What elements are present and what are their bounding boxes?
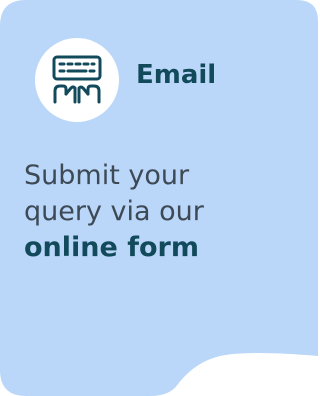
online-form-link[interactable]: online form [24,230,304,266]
email-contact-card[interactable]: Email Submit your query via our online f… [0,0,318,396]
description-line-2: query via our [24,196,204,227]
icon-badge [35,38,119,122]
card-description: Submit your query via our online form [24,158,304,266]
description-line-1: Submit your [24,160,190,191]
card-title: Email [136,60,217,90]
keyboard-typing-icon [52,55,102,104]
